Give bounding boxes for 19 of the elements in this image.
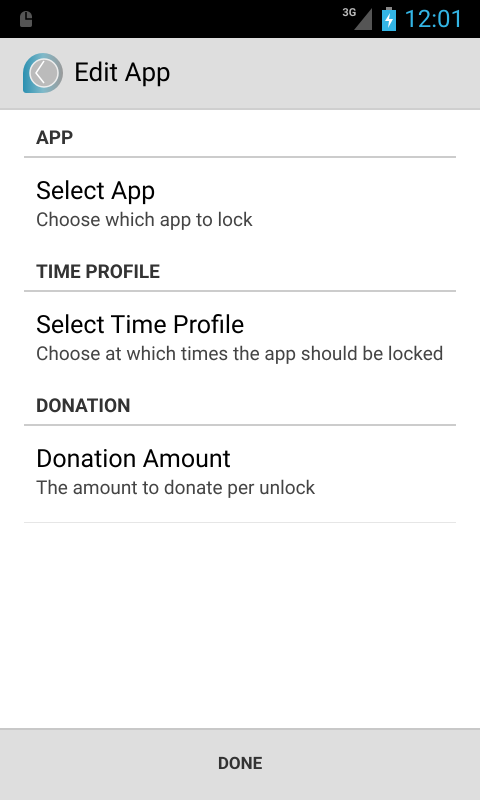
preference-item[interactable]: Select Time Profile Choose at which times the app should be locked — [24, 292, 456, 388]
section-header: DONATION — [36, 392, 130, 419]
done-button[interactable]: DONE — [0, 728, 480, 800]
network-type: 3G — [342, 5, 356, 21]
app-logo-icon — [22, 51, 64, 95]
section-header: APP — [36, 124, 74, 151]
preference-title: Select Time Profile — [36, 310, 246, 342]
preference-item[interactable]: Donation Amount The amount to donate per unlock — [24, 426, 456, 523]
preference-item[interactable]: Select App Choose which app to lock — [24, 158, 456, 254]
preference-title: Donation Amount — [36, 444, 232, 476]
section-header: TIME PROFILE — [36, 258, 160, 285]
preference-summary: The amount to donate per unlock — [36, 476, 316, 500]
signal-icon — [354, 8, 372, 30]
preference-summary: Choose which app to lock — [36, 208, 254, 232]
clock: 12:01 — [404, 4, 464, 35]
battery-icon — [382, 7, 396, 31]
preference-title: Select App — [36, 176, 156, 208]
screen-title: Edit App — [74, 56, 171, 90]
preference-summary: Choose at which times the app should be locked — [36, 342, 444, 366]
